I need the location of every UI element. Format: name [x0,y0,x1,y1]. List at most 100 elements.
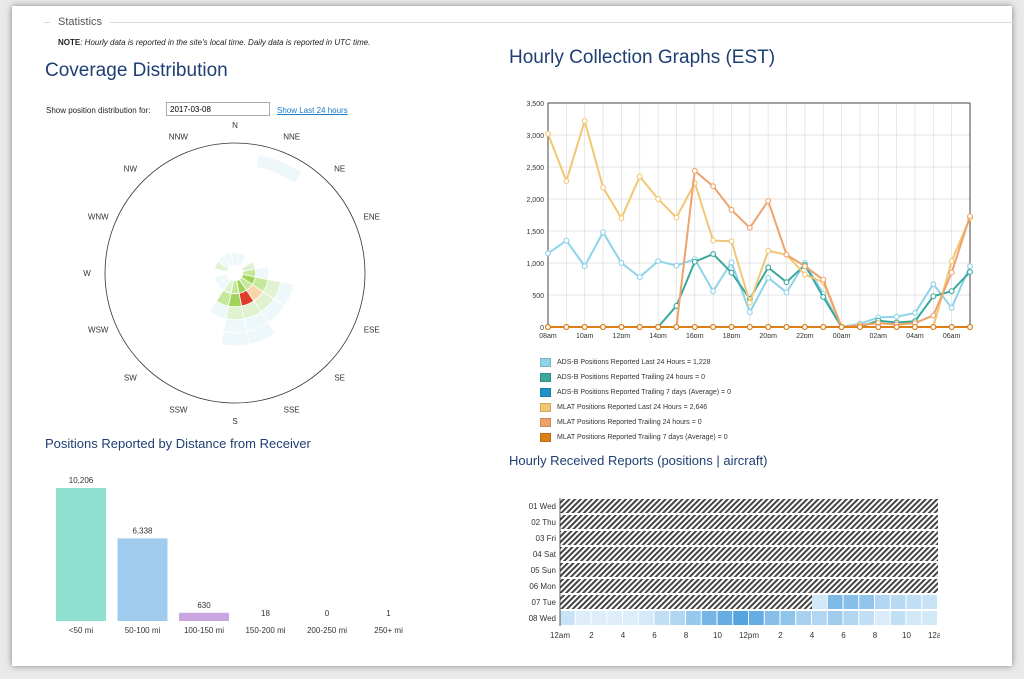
series-point [728,269,735,276]
heatmap-x-tick: 12am [928,631,940,640]
note-label: NOTE [58,38,81,47]
distance-bar [56,488,106,621]
series-point [967,269,973,275]
heatmap-row-label: 08 Wed [529,614,556,623]
bar-category-label: 200-250 mi [307,626,347,635]
heatmap-row-label: 02 Thu [531,518,556,527]
series-point [691,167,698,174]
series-point [746,224,753,231]
series-point [967,213,973,220]
series-point [545,250,551,257]
series-point [783,289,790,296]
heatmap-x-tick: 8 [684,631,689,640]
series-point [600,229,606,236]
series-point [765,197,772,204]
heatmap-x-tick: 10 [902,631,911,640]
series-point [893,324,900,330]
heatmap-cell [859,595,874,609]
heatmap-cell [623,611,638,625]
series-point [581,117,588,124]
series-point [710,183,717,190]
legend-item: MLAT Positions Reported Trailing 7 days … [540,430,731,445]
series-point [581,263,588,270]
received-reports-heatmap: 01 Wed 02 Thu 03 Fri 04 Sat 05 Sun 06 Mon 07 T… [529,498,940,640]
y-tick-label: 3,000 [526,133,544,140]
show-last-24-hours-link[interactable]: Show Last 24 hours [277,106,348,115]
heatmap-cell [749,611,764,625]
no-data-block [560,547,938,561]
legend-item: ADS-B Positions Reported Last 24 Hours =… [540,355,731,370]
heatmap-cell [812,611,827,625]
heatmap-x-tick: 2 [778,631,783,640]
y-tick-label: 2,500 [526,165,544,172]
x-tick-label: 22pm [796,333,814,338]
series-line [548,168,971,329]
bar-value-label: 18 [261,609,270,618]
heatmap-x-tick: 12pm [739,631,759,640]
bar-value-label: 0 [325,609,330,618]
heatmap-cell [733,611,748,625]
received-reports-title: Hourly Received Reports (positions | air… [509,453,768,468]
heatmap-x-tick: 2 [589,631,594,640]
bar-category-label: <50 mi [69,626,93,635]
x-tick-label: 10am [576,333,594,338]
polar-outline [104,142,366,404]
x-tick-label: 12pm [613,333,631,338]
heatmap-cell [717,611,733,625]
series-point [783,251,790,258]
heatmap-row-label: 06 Mon [529,582,556,591]
direction-label: SSE [284,406,300,415]
date-input[interactable] [166,102,270,116]
series-point [746,299,753,306]
legend-label: MLAT Positions Reported Trailing 7 days … [557,434,728,441]
note-text: NOTE: Hourly data is reported in the sit… [58,38,370,47]
legend-label: ADS-B Positions Reported Trailing 24 hou… [557,374,706,381]
x-tick-label: 02am [870,333,888,338]
x-tick-label: 14pm [649,333,667,338]
series-point [838,324,845,330]
legend-item: ADS-B Positions Reported Trailing 7 days… [540,385,731,400]
direction-label: ENE [364,212,380,221]
series-point [655,324,662,330]
coverage-polar-chart: NNNENEENEEESESESSESSSWSWWSWWWNWNWNNW [83,121,380,426]
series-point [563,237,570,244]
coverage-title: Coverage Distribution [45,60,228,81]
series-point [856,324,863,330]
bar-value-label: 1 [386,609,391,618]
heatmap-cell [827,611,843,625]
heatmap-x-tick: 6 [841,631,846,640]
note-body: : Hourly data is reported in the site's … [80,38,371,47]
series-point [912,324,918,330]
fieldset-title: Statistics [50,16,111,28]
heatmap-x-tick: 4 [810,631,815,640]
series-point [948,258,955,265]
legend-swatch [540,358,551,367]
direction-label: NE [334,164,345,173]
series-point [710,288,717,295]
series-point [545,324,551,330]
distance-chart-title: Positions Reported by Distance from Rece… [45,436,311,451]
series-point [801,263,808,270]
heatmap-cell [796,611,811,625]
legend-label: MLAT Positions Reported Trailing 24 hour… [557,419,702,426]
legend-item: MLAT Positions Reported Last 24 Hours = … [540,400,731,415]
series-point [875,324,882,330]
y-tick-label: 2,000 [526,197,544,204]
no-data-block [560,531,938,545]
series-point [783,279,790,286]
heatmap-cell [859,611,874,625]
heatmap-cell [906,611,922,625]
x-tick-label: 20pm [759,333,777,338]
direction-label: NW [124,164,138,173]
series-point [545,130,551,137]
line-chart-legend: ADS-B Positions Reported Last 24 Hours =… [540,355,731,445]
series-point [930,324,937,330]
series-point [618,260,625,266]
series-point [710,324,717,330]
series-point [710,251,717,257]
series-point [673,214,680,221]
distance-bar [179,612,229,621]
series-point [728,238,735,245]
series-point [820,293,827,300]
y-tick-label: 0 [540,325,544,332]
